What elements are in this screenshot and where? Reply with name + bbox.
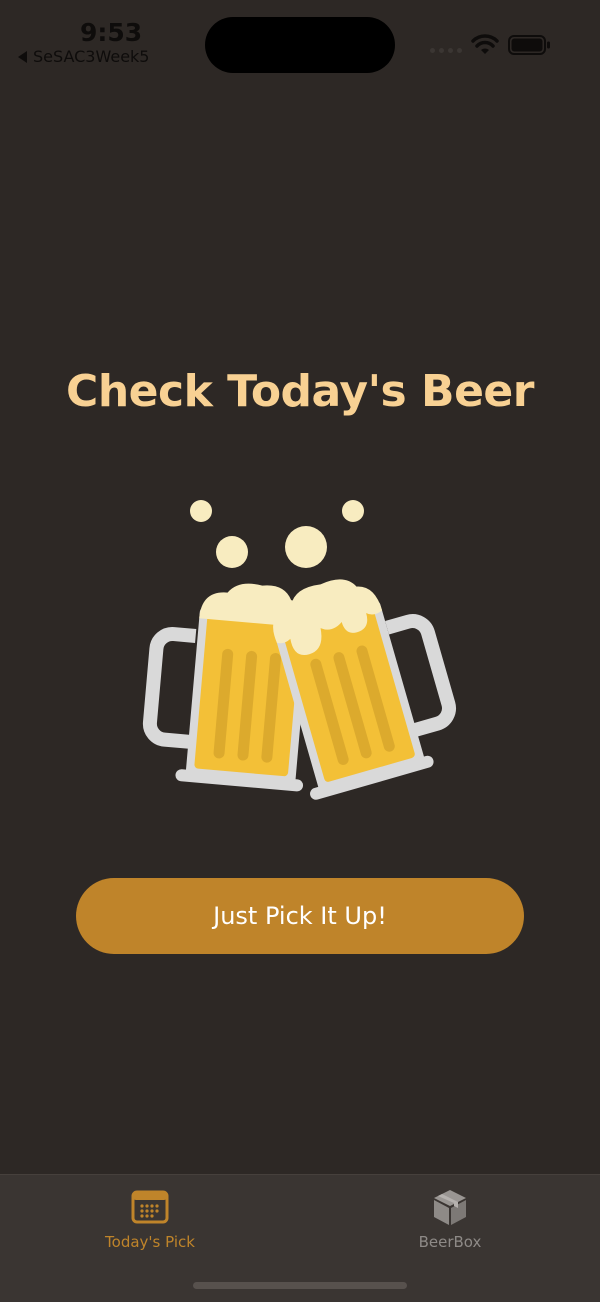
signal-icon: [430, 48, 462, 53]
box-icon: [434, 1190, 466, 1225]
calendar-icon: [131, 1190, 169, 1224]
tab-beerbox[interactable]: BeerBox: [350, 1175, 550, 1265]
home-indicator[interactable]: [193, 1282, 407, 1289]
status-time: 9:53: [80, 18, 143, 47]
beer-mugs-cheers-icon: [142, 500, 456, 800]
tab-label: BeerBox: [418, 1233, 482, 1251]
tab-label: Today's Pick: [105, 1233, 195, 1251]
tab-todays-pick[interactable]: Today's Pick: [50, 1175, 250, 1265]
back-app-label: SeSAC3Week5: [33, 47, 150, 66]
battery-icon: [508, 35, 550, 55]
back-arrow-icon: [18, 50, 27, 63]
screen: 9:53 SeSAC3Week5 Check Today's Beer Just…: [0, 0, 600, 1302]
page-title: Check Today's Beer: [66, 366, 534, 417]
wifi-icon: [471, 34, 499, 54]
dynamic-island: [205, 17, 395, 73]
just-pick-it-up-button[interactable]: Just Pick It Up!: [76, 878, 524, 954]
back-to-app-link[interactable]: SeSAC3Week5: [18, 47, 149, 66]
